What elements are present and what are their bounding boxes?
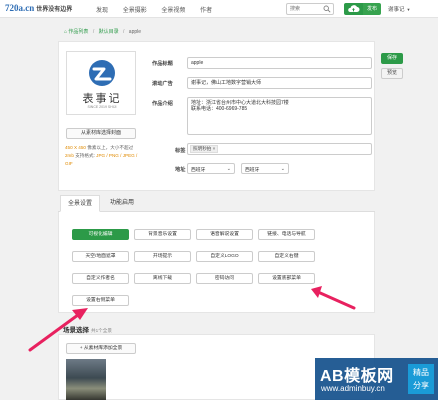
main-nav: 发现 全景摄影 全景视频 作者 bbox=[96, 5, 225, 14]
city-select[interactable]: 西班牙 ⌄ bbox=[241, 163, 289, 174]
publish-button[interactable]: 发布 bbox=[363, 3, 381, 15]
logo-slogan: 世界没有边界 bbox=[36, 7, 73, 13]
site-logo[interactable]: 720a.cn 世界没有边界 bbox=[5, 3, 72, 13]
title-label: 作品标题 bbox=[152, 61, 173, 67]
custom-author-button[interactable]: 自定义作者名 bbox=[72, 273, 129, 284]
breadcrumb-item-works[interactable]: 作品列表 bbox=[68, 29, 88, 35]
breadcrumb-item-folder[interactable]: 默认目录 bbox=[99, 29, 119, 35]
badge-line: 精品 bbox=[413, 368, 429, 377]
bottom-menu-button[interactable]: 设置底部菜单 bbox=[258, 273, 315, 284]
hint-max-size: 2mb bbox=[65, 153, 74, 158]
intro-label: 作品介绍 bbox=[152, 101, 173, 107]
ad-input[interactable]: 谢事记，佛山工地数字营销大师 bbox=[187, 77, 372, 89]
ad-label: 滚动广告 bbox=[152, 81, 173, 87]
badge-line: 分享 bbox=[413, 381, 429, 390]
right-menu-button[interactable]: 设置右侧菜单 bbox=[72, 295, 129, 306]
offline-download-button[interactable]: 离线下载 bbox=[134, 273, 191, 284]
logo-text: 表事记 bbox=[82, 93, 122, 105]
chevron-down-icon: ▼ bbox=[406, 7, 411, 12]
top-bar: 720a.cn世界没有边界 发现 全景摄影 全景视频 作者 发布 谢事记▼ bbox=[0, 0, 438, 18]
visual-edit-button[interactable]: 可视化编辑 bbox=[72, 229, 129, 240]
scenes-title: 场景选择 bbox=[63, 327, 89, 334]
hint-text: 像素以上，大小不超过 bbox=[85, 145, 134, 150]
logo-site: 720a.cn bbox=[5, 3, 35, 13]
tab-panorama-settings[interactable]: 全景设置 bbox=[60, 195, 100, 212]
breadcrumb-separator: / bbox=[123, 29, 125, 35]
search-icon[interactable] bbox=[323, 5, 331, 13]
sky-ground-mask-button[interactable]: 天空/地面遮罩 bbox=[72, 251, 129, 262]
tags-label: 标签 bbox=[175, 148, 186, 154]
breadcrumb: ⌂ 作品列表 / 默认目录 / apple bbox=[64, 28, 141, 35]
nav-item-authors[interactable]: 作者 bbox=[200, 5, 212, 14]
close-icon[interactable]: × bbox=[213, 146, 216, 151]
cover-hint: 450 X 450 像素以上，大小不超过2mb 支持格式: JPG / PNG … bbox=[65, 144, 138, 168]
chevron-down-icon: ⌄ bbox=[226, 166, 231, 172]
province-value: 西班牙 bbox=[191, 168, 206, 173]
nav-item-panorama-video[interactable]: 全景视频 bbox=[161, 5, 185, 14]
user-menu[interactable]: 谢事记 ▼ bbox=[388, 5, 410, 13]
preview-button[interactable]: 预览 bbox=[381, 68, 403, 79]
tab-feature-enable[interactable]: 功能启用 bbox=[104, 195, 140, 212]
search-input[interactable] bbox=[287, 4, 323, 14]
bg-music-button[interactable]: 背景音乐设置 bbox=[134, 229, 191, 240]
password-access-button[interactable]: 密码访问 bbox=[196, 273, 253, 284]
home-icon[interactable]: ⌂ bbox=[64, 29, 67, 35]
hint-size-px: 450 X 450 bbox=[65, 145, 86, 150]
scenes-count: 共1个全景 bbox=[91, 328, 112, 333]
intro-textarea[interactable]: 地址：浙江省台州市中心大道北大科技园7楼 联系电话：400-6969-785 bbox=[187, 97, 372, 135]
nav-item-discover[interactable]: 发现 bbox=[96, 5, 108, 14]
watermark-title: AB模板网 bbox=[320, 368, 394, 385]
tags-input[interactable]: 照明秒拍 × bbox=[187, 143, 372, 155]
user-name: 谢事记 bbox=[388, 7, 405, 13]
upload-button[interactable] bbox=[344, 3, 363, 15]
intro-line: 联系电话：400-6969-785 bbox=[191, 106, 248, 112]
custom-right-click-button[interactable]: 自定义右键 bbox=[258, 251, 315, 262]
scenes-heading: 场景选择 共1个全景 bbox=[63, 324, 112, 334]
cover-thumbnail[interactable]: 表事记 SINCE 2019 SHIJI bbox=[66, 51, 136, 115]
city-value: 西班牙 bbox=[245, 168, 260, 173]
search-box bbox=[286, 3, 334, 15]
address-label: 地址 bbox=[175, 167, 186, 173]
breadcrumb-separator: / bbox=[92, 29, 95, 35]
save-button[interactable]: 保存 bbox=[381, 53, 403, 64]
select-cover-button[interactable]: 从素材库选择封面 bbox=[66, 128, 136, 139]
province-select[interactable]: 西班牙 ⌄ bbox=[187, 163, 235, 174]
title-input[interactable]: apple bbox=[187, 57, 372, 69]
links-phone-nav-button[interactable]: 链接、电话与导航 bbox=[258, 229, 315, 240]
watermark: AB模板网 www.adminbuy.cn 精品 分享 bbox=[315, 358, 438, 400]
custom-logo-button[interactable]: 自定义LOGO bbox=[196, 251, 253, 262]
add-scene-button[interactable]: + 从素材库添加全景 bbox=[66, 343, 136, 354]
tag-text: 照明秒拍 bbox=[193, 146, 212, 151]
voice-narration-button[interactable]: 语音解说设置 bbox=[196, 229, 253, 240]
upload-icon bbox=[348, 5, 360, 12]
logo-subtext: SINCE 2019 SHIJI bbox=[87, 105, 117, 109]
scene-thumbnail[interactable] bbox=[66, 359, 106, 400]
tag-chip: 照明秒拍 × bbox=[190, 145, 219, 153]
chevron-down-icon: ⌄ bbox=[280, 166, 285, 172]
breadcrumb-item-current: apple bbox=[128, 29, 142, 35]
settings-tabs: 全景设置 功能启用 bbox=[58, 195, 375, 212]
work-edit-panel: 表事记 SINCE 2019 SHIJI 从素材库选择封面 450 X 450 … bbox=[58, 41, 375, 191]
watermark-url: www.adminbuy.cn bbox=[321, 384, 385, 393]
nav-item-panorama-photo[interactable]: 全景摄影 bbox=[123, 5, 147, 14]
opening-hint-button[interactable]: 开场提示 bbox=[134, 251, 191, 262]
watermark-badge: 精品 分享 bbox=[408, 364, 434, 394]
hint-formats-label: 支持格式: bbox=[73, 153, 97, 158]
settings-panel: 可视化编辑 背景音乐设置 语音解说设置 链接、电话与导航 天空/地面遮罩 开场提… bbox=[58, 212, 375, 313]
